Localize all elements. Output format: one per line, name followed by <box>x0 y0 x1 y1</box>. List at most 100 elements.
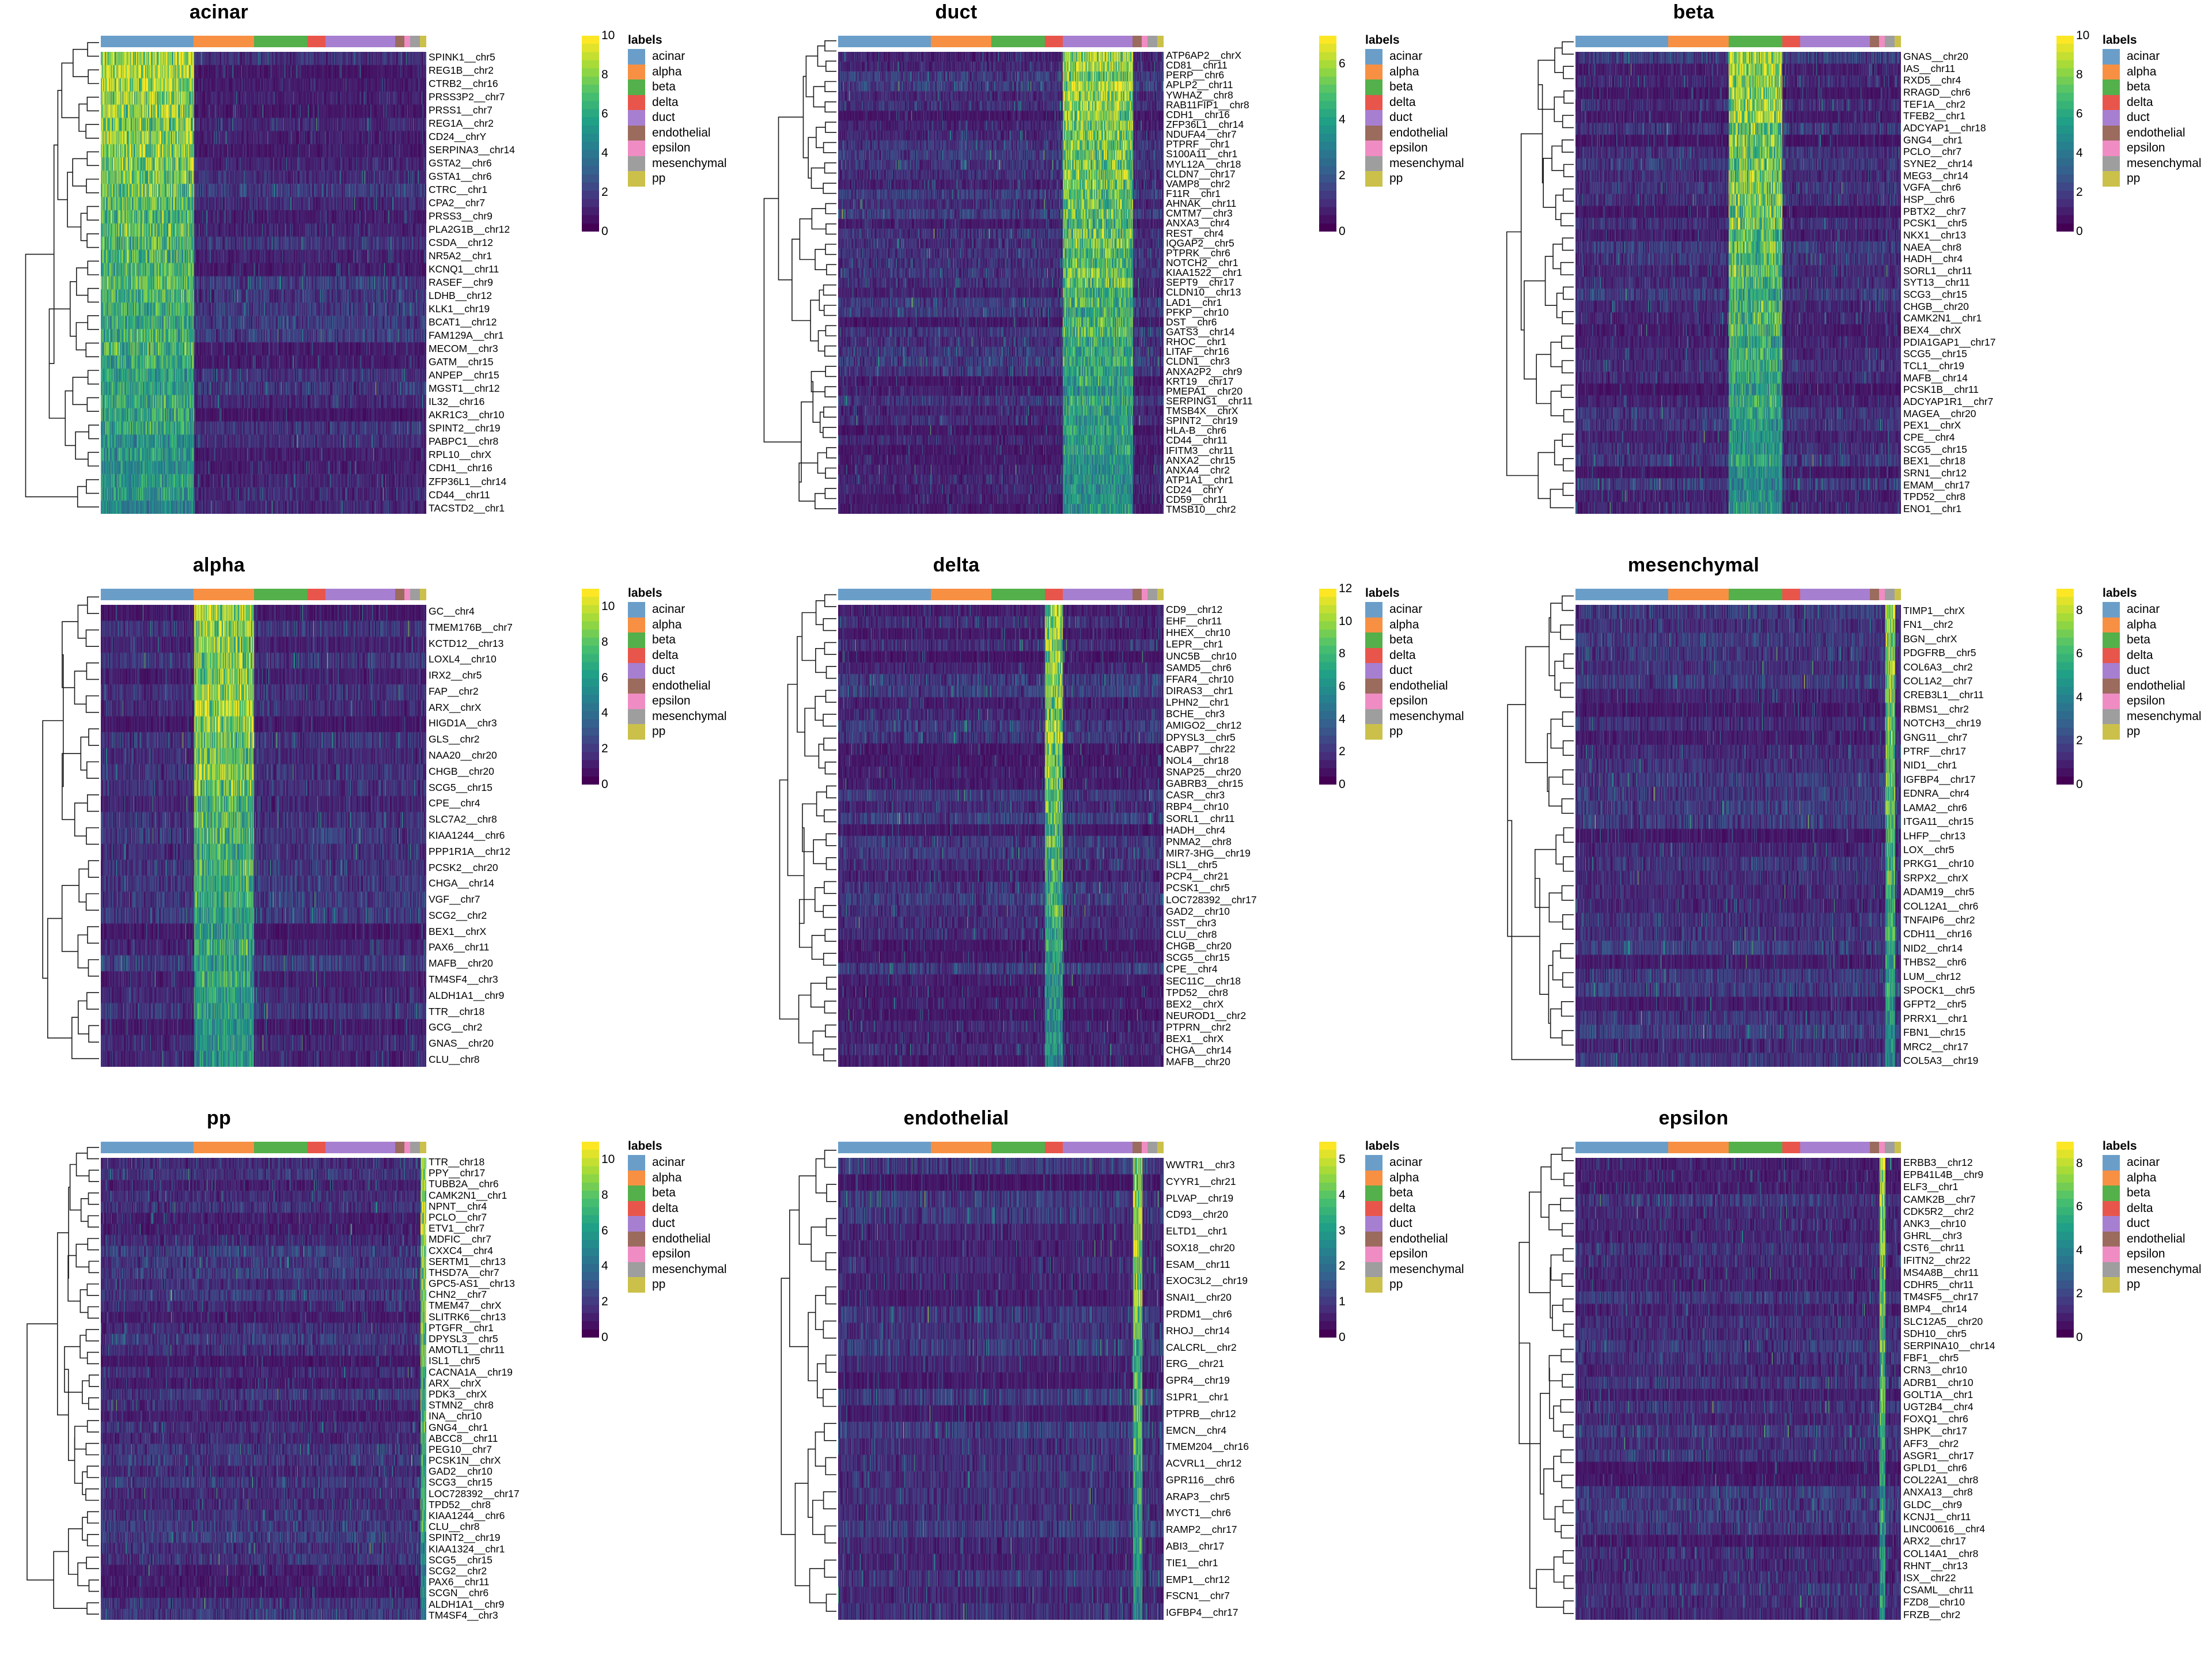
legend-item-mesenchymal[interactable]: mesenchymal <box>628 709 727 724</box>
legend-item-beta[interactable]: beta <box>2103 79 2202 95</box>
legend-item-acinar[interactable]: acinar <box>628 602 727 618</box>
legend-item-duct[interactable]: duct <box>628 1216 727 1232</box>
legend-item-acinar[interactable]: acinar <box>2103 49 2202 65</box>
legend-item-endothelial[interactable]: endothelial <box>1365 125 1464 141</box>
labels-legend-title: labels <box>628 1139 662 1153</box>
legend-item-duct[interactable]: duct <box>1365 663 1464 679</box>
gene-label: ADCYAP1R1__chr7 <box>1903 396 1994 408</box>
legend-item-epsilon[interactable]: epsilon <box>1365 141 1464 156</box>
legend-item-duct[interactable]: duct <box>628 663 727 679</box>
legend-item-epsilon[interactable]: epsilon <box>1365 694 1464 709</box>
legend-item-alpha[interactable]: alpha <box>628 1170 727 1185</box>
legend-item-epsilon[interactable]: epsilon <box>1365 1247 1464 1262</box>
legend-item-alpha[interactable]: alpha <box>1365 617 1464 632</box>
legend-swatch-pp <box>628 1277 645 1293</box>
legend-item-pp[interactable]: pp <box>628 1277 727 1293</box>
legend-label: acinar <box>2127 603 2160 616</box>
legend-item-duct[interactable]: duct <box>2103 110 2202 126</box>
colorbar: 0 2 4 6 8 10 <box>582 29 615 238</box>
legend-swatch-beta <box>628 632 645 648</box>
legend-item-delta[interactable]: delta <box>1365 647 1464 663</box>
legend-item-pp[interactable]: pp <box>1365 1277 1464 1293</box>
legend-item-endothelial[interactable]: endothelial <box>2103 125 2202 141</box>
gene-label: PCP4__chr21 <box>1166 870 1229 882</box>
legend-item-endothelial[interactable]: endothelial <box>2103 678 2202 694</box>
legend-item-duct[interactable]: duct <box>1365 110 1464 126</box>
legend-label: epsilon <box>1389 1247 1428 1261</box>
gene-label-list: CD9__chr12 EHF__chr11 HHEX__chr10 LEPR__chr… <box>1166 604 1310 1068</box>
legend-item-mesenchymal[interactable]: mesenchymal <box>628 156 727 171</box>
legend-swatch-delta <box>628 647 645 663</box>
legend-item-beta[interactable]: beta <box>628 1185 727 1201</box>
legend-item-pp[interactable]: pp <box>1365 724 1464 740</box>
legend-item-delta[interactable]: delta <box>628 94 727 110</box>
legend-item-epsilon[interactable]: epsilon <box>628 1247 727 1262</box>
labels-legend: labels acinar alpha beta delta duct endothelia… <box>628 1139 727 1293</box>
legend-item-pp[interactable]: pp <box>2103 171 2202 187</box>
legend-item-mesenchymal[interactable]: mesenchymal <box>1365 1262 1464 1277</box>
legend-item-delta[interactable]: delta <box>628 647 727 663</box>
legend-item-delta[interactable]: delta <box>628 1200 727 1216</box>
legend-item-delta[interactable]: delta <box>1365 94 1464 110</box>
legend-item-alpha[interactable]: alpha <box>1365 1170 1464 1185</box>
legend-item-beta[interactable]: beta <box>2103 1185 2202 1201</box>
gene-label: TM4SF5__chr17 <box>1903 1291 1979 1303</box>
gene-label: IL32__chr16 <box>429 396 485 408</box>
legend-item-endothelial[interactable]: endothelial <box>628 678 727 694</box>
legend-item-mesenchymal[interactable]: mesenchymal <box>628 1262 727 1277</box>
gene-label: PTRF__chr17 <box>1903 745 1966 757</box>
legend-item-pp[interactable]: pp <box>2103 1277 2202 1293</box>
gene-label: MAFB__chr14 <box>1903 372 1968 384</box>
legend-item-mesenchymal[interactable]: mesenchymal <box>1365 709 1464 724</box>
legend-item-epsilon[interactable]: epsilon <box>2103 141 2202 156</box>
legend-item-pp[interactable]: pp <box>2103 724 2202 740</box>
legend-item-acinar[interactable]: acinar <box>628 1155 727 1171</box>
legend-item-beta[interactable]: beta <box>1365 632 1464 648</box>
legend-item-delta[interactable]: delta <box>2103 647 2202 663</box>
legend-item-acinar[interactable]: acinar <box>1365 1155 1464 1171</box>
legend-item-beta[interactable]: beta <box>628 79 727 95</box>
legend-item-acinar[interactable]: acinar <box>1365 49 1464 65</box>
legend-item-alpha[interactable]: alpha <box>2103 617 2202 632</box>
legend-item-mesenchymal[interactable]: mesenchymal <box>2103 1262 2202 1277</box>
legend-item-endothelial[interactable]: endothelial <box>1365 678 1464 694</box>
legend-item-alpha[interactable]: alpha <box>2103 64 2202 79</box>
legend-item-epsilon[interactable]: epsilon <box>2103 694 2202 709</box>
legend-item-pp[interactable]: pp <box>628 171 727 187</box>
legend-item-epsilon[interactable]: epsilon <box>628 141 727 156</box>
legend-item-endothelial[interactable]: endothelial <box>628 1231 727 1247</box>
legend-item-duct[interactable]: duct <box>2103 1216 2202 1232</box>
legend-item-acinar[interactable]: acinar <box>2103 1155 2202 1171</box>
gene-label: ETV1__chr7 <box>429 1222 485 1234</box>
legend-item-mesenchymal[interactable]: mesenchymal <box>1365 156 1464 171</box>
legend-item-alpha[interactable]: alpha <box>2103 1170 2202 1185</box>
legend-item-endothelial[interactable]: endothelial <box>628 125 727 141</box>
legend-swatch-epsilon <box>1365 1247 1382 1262</box>
legend-item-epsilon[interactable]: epsilon <box>628 694 727 709</box>
legend-item-alpha[interactable]: alpha <box>628 64 727 79</box>
legend-item-mesenchymal[interactable]: mesenchymal <box>2103 709 2202 724</box>
legend-item-beta[interactable]: beta <box>628 632 727 648</box>
legend-item-acinar[interactable]: acinar <box>1365 602 1464 618</box>
legend-item-beta[interactable]: beta <box>1365 1185 1464 1201</box>
legend-item-pp[interactable]: pp <box>628 724 727 740</box>
legend-item-beta[interactable]: beta <box>2103 632 2202 648</box>
legend-item-epsilon[interactable]: epsilon <box>2103 1247 2202 1262</box>
legend-item-alpha[interactable]: alpha <box>628 617 727 632</box>
legend-item-duct[interactable]: duct <box>1365 1216 1464 1232</box>
legend-swatch-alpha <box>2103 617 2120 632</box>
legend-item-duct[interactable]: duct <box>628 110 727 126</box>
legend-item-pp[interactable]: pp <box>1365 171 1464 187</box>
legend-item-beta[interactable]: beta <box>1365 79 1464 95</box>
legend-item-delta[interactable]: delta <box>2103 94 2202 110</box>
legend-item-alpha[interactable]: alpha <box>1365 64 1464 79</box>
legend-item-endothelial[interactable]: endothelial <box>2103 1231 2202 1247</box>
legend-item-delta[interactable]: delta <box>2103 1200 2202 1216</box>
legend-item-endothelial[interactable]: endothelial <box>1365 1231 1464 1247</box>
legend-item-acinar[interactable]: acinar <box>628 49 727 65</box>
legend-item-acinar[interactable]: acinar <box>2103 602 2202 618</box>
legend-item-mesenchymal[interactable]: mesenchymal <box>2103 156 2202 171</box>
legend-item-delta[interactable]: delta <box>1365 1200 1464 1216</box>
legend-item-duct[interactable]: duct <box>2103 663 2202 679</box>
annotation-segment-endothelial <box>1870 36 1880 47</box>
